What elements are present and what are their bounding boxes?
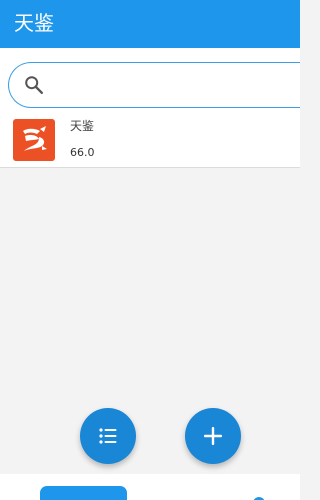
app-name: 天鉴 xyxy=(70,119,95,133)
list-icon xyxy=(99,428,117,444)
bottom-navigation xyxy=(0,474,300,500)
add-icon xyxy=(204,427,222,445)
add-button[interactable] xyxy=(185,408,241,464)
app-logo-icon xyxy=(13,119,55,161)
search-input[interactable] xyxy=(53,69,293,101)
page-title: 天鉴 xyxy=(14,11,54,35)
search-icon xyxy=(25,76,43,94)
list-button[interactable] xyxy=(80,408,136,464)
bottom-tab-active[interactable] xyxy=(40,486,127,500)
app-bar: 天鉴 xyxy=(0,0,300,48)
search-area xyxy=(0,48,300,114)
list-item[interactable]: 天鉴 66.0 xyxy=(0,114,300,168)
app-version: 66.0 xyxy=(70,146,95,159)
search-box[interactable] xyxy=(8,62,300,108)
app-screen: 天鉴 天鉴 66.0 xyxy=(0,0,300,500)
